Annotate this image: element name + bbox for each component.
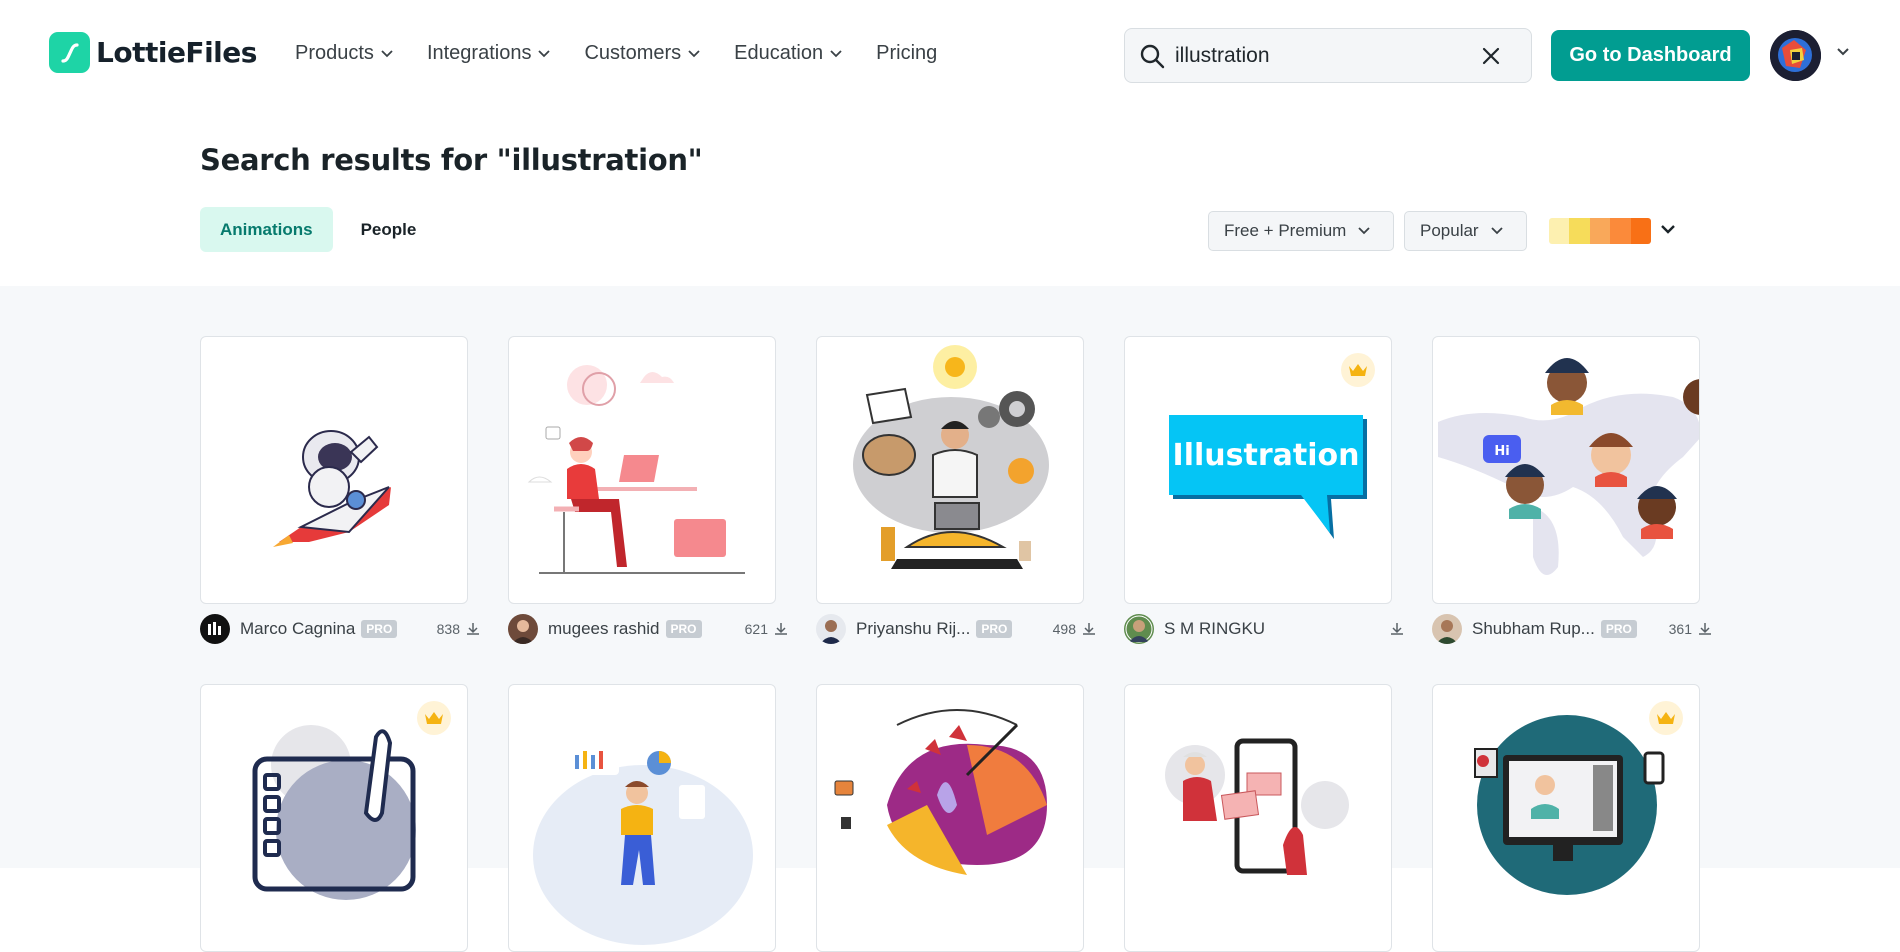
nav-label: Education (734, 42, 824, 64)
card-meta: mugees rashid PRO 621 (508, 614, 788, 644)
nav-label: Products (295, 42, 374, 64)
color-swatch (1589, 218, 1611, 244)
animation-card[interactable] (200, 336, 468, 604)
sort-dropdown[interactable]: Popular (1404, 211, 1527, 251)
nav-label: Pricing (876, 42, 938, 64)
top-navigation-bar: LottieFiles Products Integrations Custom… (0, 0, 1900, 108)
download-count: 621 (745, 621, 788, 637)
logo-mark-icon (49, 32, 90, 73)
animation-card[interactable]: Hi (1432, 336, 1700, 604)
search-input[interactable] (1175, 43, 1481, 68)
search-icon (1140, 44, 1165, 68)
chevron-down-icon[interactable] (1660, 224, 1676, 235)
download-count: 361 (1669, 621, 1712, 637)
result-type-tabs: Animations People (200, 207, 436, 252)
animation-card[interactable]: Illustration (1124, 336, 1392, 604)
author-name[interactable]: Shubham Rup... (1472, 619, 1595, 639)
download-count (1390, 622, 1404, 636)
pro-badge: PRO (665, 620, 702, 638)
animation-card[interactable] (508, 336, 776, 604)
author-avatar[interactable] (1124, 614, 1154, 644)
author-name[interactable]: S M RINGKU (1164, 619, 1265, 639)
lottiefiles-logo[interactable]: LottieFiles (49, 32, 257, 73)
nav-label: Integrations (426, 42, 532, 64)
pro-badge: PRO (976, 620, 1013, 638)
author-avatar[interactable] (508, 614, 538, 644)
animation-card[interactable] (816, 336, 1084, 604)
user-avatar[interactable] (1770, 30, 1821, 81)
chevron-down-icon[interactable] (1836, 47, 1850, 56)
sort-label: Popular (1420, 221, 1479, 240)
tab-animations[interactable]: Animations (200, 207, 333, 252)
drawing-tablet-brush-thumbnail (252, 725, 416, 900)
phone-photos-man-thumbnail (1165, 738, 1349, 875)
download-icon (1083, 623, 1095, 635)
close-icon[interactable] (1481, 46, 1501, 66)
color-swatch (1569, 218, 1590, 244)
download-count-value: 361 (1668, 621, 1692, 637)
world-map-people-thumbnail: Hi (1438, 358, 1699, 575)
color-palette-filter[interactable] (1549, 218, 1651, 244)
tab-people[interactable]: People (341, 207, 437, 252)
designer-desktop-thumbnail (1474, 715, 1665, 895)
card-meta: Marco Cagnina PRO 838 (200, 614, 480, 644)
thumbnail-text: Illustration (1173, 438, 1360, 473)
download-icon (467, 623, 479, 635)
thumbnail-text: Hi (1494, 444, 1509, 459)
pro-badge: PRO (1600, 620, 1637, 638)
color-swatch (1610, 218, 1631, 244)
chevron-down-icon (538, 49, 551, 57)
author-name[interactable]: mugees rashid (548, 619, 660, 639)
nav-education[interactable]: Education (734, 42, 842, 65)
abstract-art-brush-thumbnail (834, 709, 1047, 875)
chevron-down-icon (381, 49, 393, 57)
chevron-down-icon (830, 49, 842, 57)
card-meta: Shubham Rup... PRO 361 (1432, 614, 1712, 644)
download-icon (775, 623, 787, 635)
logo-text: LottieFiles (96, 36, 257, 69)
chevron-down-icon (688, 49, 700, 57)
analytics-person-thumbnail (533, 745, 753, 945)
color-swatch (1630, 218, 1651, 244)
search-box (1124, 28, 1532, 83)
author-avatar[interactable] (200, 614, 230, 644)
author-avatar[interactable] (1432, 614, 1462, 644)
go-to-dashboard-button[interactable]: Go to Dashboard (1551, 30, 1750, 81)
chevron-down-icon (1358, 227, 1370, 235)
animation-card[interactable] (816, 684, 1084, 952)
man-laptop-ideas-thumbnail (853, 345, 1049, 569)
nav-integrations[interactable]: Integrations (427, 42, 551, 65)
license-filter-dropdown[interactable]: Free + Premium (1208, 211, 1394, 251)
download-icon (1391, 623, 1403, 635)
animation-card[interactable] (508, 684, 776, 952)
download-count: 498 (1053, 621, 1096, 637)
color-swatch (1549, 218, 1570, 244)
nav-products[interactable]: Products (295, 42, 393, 65)
author-avatar[interactable] (816, 614, 846, 644)
download-count-value: 838 (436, 621, 460, 637)
author-name[interactable]: Priyanshu Rij... (856, 619, 970, 639)
page-title: Search results for "illustration" (200, 143, 703, 177)
animation-card[interactable] (200, 684, 468, 952)
animation-card[interactable] (1432, 684, 1700, 952)
astronaut-rocket-thumbnail (273, 430, 391, 547)
download-count-value: 621 (744, 621, 768, 637)
license-filter-label: Free + Premium (1224, 221, 1347, 240)
download-count: 838 (437, 621, 480, 637)
download-icon (1699, 623, 1711, 635)
chevron-down-icon (1490, 227, 1503, 235)
nav-customers[interactable]: Customers (584, 42, 700, 65)
download-count-value: 498 (1052, 621, 1076, 637)
card-meta: S M RINGKU (1124, 614, 1404, 644)
nav-pricing[interactable]: Pricing (876, 42, 937, 65)
pro-badge: PRO (361, 620, 398, 638)
illustration-speech-bubble-thumbnail: Illustration (1169, 415, 1367, 539)
card-meta: Priyanshu Rij... PRO 498 (816, 614, 1096, 644)
nav-label: Customers (584, 42, 682, 64)
animation-card[interactable] (1124, 684, 1392, 952)
main-nav: Products Integrations Customers Educatio… (295, 42, 937, 65)
author-name[interactable]: Marco Cagnina (240, 619, 355, 639)
woman-laptop-desk-thumbnail (527, 365, 745, 574)
